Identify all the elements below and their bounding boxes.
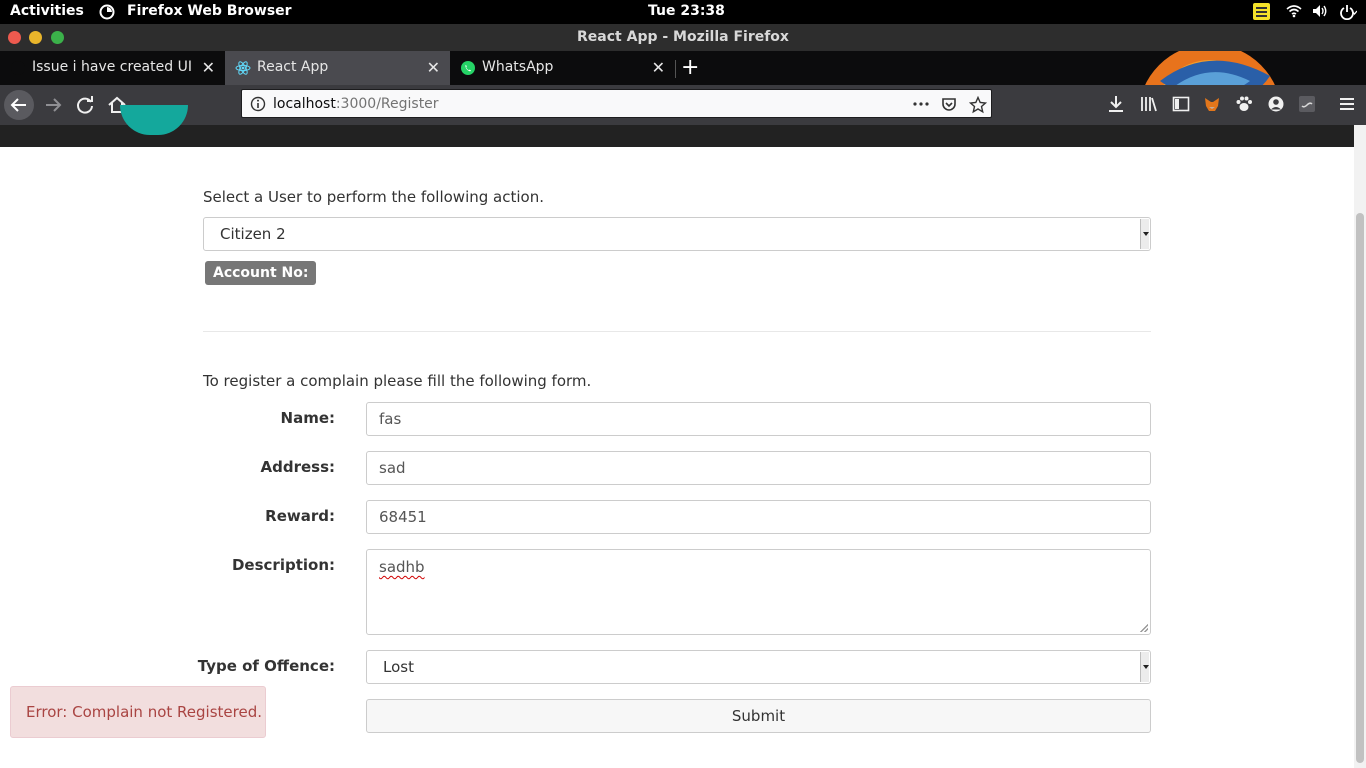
pocket-icon[interactable] <box>941 96 957 112</box>
submit-button[interactable]: Submit <box>366 699 1151 733</box>
user-select[interactable]: Citizen 2 <box>203 217 1151 251</box>
reward-label: Reward: <box>265 507 335 525</box>
name-input[interactable]: fas <box>366 402 1151 436</box>
reward-input[interactable]: 68451 <box>366 500 1151 534</box>
reload-icon[interactable] <box>70 90 100 120</box>
whatsapp-icon <box>461 61 475 75</box>
error-alert: Error: Complain not Registered. <box>10 686 266 738</box>
tab-label: WhatsApp <box>482 59 554 75</box>
resize-grip-icon[interactable] <box>1140 624 1148 632</box>
description-textarea-value: sadhb <box>379 558 425 576</box>
navigation-toolbar: localhost:3000/Register <box>0 85 1366 125</box>
app-header-bar <box>0 105 1354 147</box>
back-arrow-icon <box>10 98 26 112</box>
name-input-value: fas <box>379 410 402 428</box>
description-textarea[interactable]: sadhb <box>366 549 1151 635</box>
offence-type-value: Lost <box>383 658 414 676</box>
url-path: :3000/Register <box>335 96 439 112</box>
page-scrollbar[interactable] <box>1354 125 1366 768</box>
offence-type-label: Type of Offence: <box>197 657 335 675</box>
tab-whatsapp[interactable]: WhatsApp ✕ <box>450 51 675 85</box>
form-intro: To register a complain please fill the f… <box>203 372 592 390</box>
extension-paw-icon[interactable] <box>1235 95 1253 113</box>
dropdown-arrow-icon[interactable] <box>1140 652 1149 682</box>
system-top-bar: Activities Firefox Web Browser Tue 23:38 <box>0 0 1366 24</box>
sidebar-toggle-icon[interactable] <box>1172 95 1190 113</box>
scrollbar-thumb[interactable] <box>1356 213 1364 763</box>
app-menu[interactable]: Firefox Web Browser <box>127 3 292 19</box>
new-tab-plus-icon[interactable]: + <box>681 55 699 80</box>
hamburger-menu-icon[interactable] <box>1338 95 1356 113</box>
window-title-bar: React App - Mozilla Firefox <box>0 24 1366 51</box>
back-button[interactable] <box>4 90 34 120</box>
name-label: Name: <box>280 409 335 427</box>
user-select-value: Citizen 2 <box>220 225 286 243</box>
close-tab-icon[interactable]: ✕ <box>652 58 665 77</box>
address-input-value: sad <box>379 459 406 477</box>
clock[interactable]: Tue 23:38 <box>648 3 725 19</box>
dropdown-arrow-icon[interactable] <box>1140 219 1149 249</box>
address-input[interactable]: sad <box>366 451 1151 485</box>
page-actions-menu-icon[interactable] <box>912 96 930 112</box>
library-icon[interactable] <box>1140 95 1158 113</box>
tab-label: Issue i have created UI but <box>32 59 192 75</box>
description-label: Description: <box>231 556 335 574</box>
forward-arrow-icon[interactable] <box>38 90 68 120</box>
downloads-icon[interactable] <box>1107 95 1125 113</box>
section-divider <box>203 331 1151 332</box>
url-text[interactable]: localhost:3000/Register <box>273 96 439 112</box>
tab-separator <box>675 60 676 78</box>
notes-tray-icon[interactable] <box>1253 3 1270 20</box>
firefox-app-icon <box>99 4 115 20</box>
close-tab-icon[interactable]: ✕ <box>202 58 215 77</box>
close-tab-icon[interactable]: ✕ <box>427 58 440 77</box>
selenium-ide-icon[interactable] <box>1298 95 1316 113</box>
reward-input-value: 68451 <box>379 508 427 526</box>
url-bar[interactable]: localhost:3000/Register <box>241 89 992 118</box>
volume-icon[interactable] <box>1312 4 1328 18</box>
tab-react-app[interactable]: React App ✕ <box>225 51 450 85</box>
address-label: Address: <box>260 458 335 476</box>
account-icon[interactable] <box>1267 95 1285 113</box>
select-user-prompt: Select a User to perform the following a… <box>203 188 544 206</box>
window-title: React App - Mozilla Firefox <box>577 29 789 45</box>
app-logo <box>120 105 188 135</box>
react-icon <box>235 61 251 75</box>
activities-button[interactable]: Activities <box>10 3 84 19</box>
bookmark-star-icon[interactable] <box>969 96 987 114</box>
site-info-icon[interactable] <box>250 96 266 112</box>
account-number-badge: Account No: <box>205 261 317 285</box>
page-content: Select a User to perform the following a… <box>0 105 1354 768</box>
url-host: localhost <box>273 96 336 112</box>
github-icon <box>11 61 25 75</box>
metamask-fox-icon[interactable] <box>1203 95 1221 113</box>
tab-label: React App <box>257 59 329 75</box>
offence-type-select[interactable]: Lost <box>366 650 1151 684</box>
wifi-icon[interactable] <box>1286 4 1302 18</box>
tab-issue[interactable]: Issue i have created UI but ✕ <box>0 51 225 85</box>
power-icon[interactable] <box>1339 4 1357 20</box>
